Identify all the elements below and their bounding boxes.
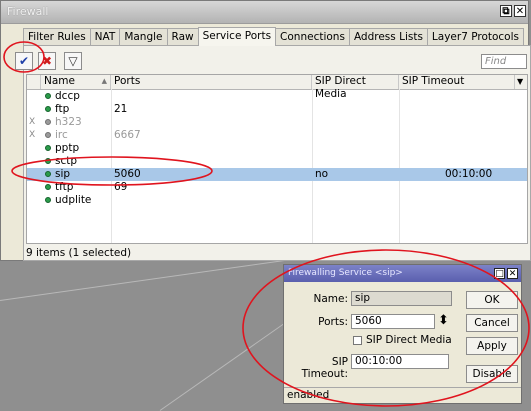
column-menu-icon[interactable]: ▼ (515, 75, 527, 89)
row-name: udplite (55, 194, 92, 206)
enabled-status-icon (45, 106, 51, 112)
dialog-title: Firewalling Service <sip> (288, 268, 403, 278)
desktop-line (0, 258, 298, 301)
dialog-titlebar[interactable]: Firewalling Service <sip> □ ✕ (284, 265, 521, 282)
disabled-flag: X (29, 117, 36, 127)
row-ports: 5060 (114, 168, 141, 180)
disable-button[interactable]: ✖ (38, 52, 56, 70)
desktop-line (159, 312, 300, 411)
window-title: Firewall (7, 5, 49, 18)
disable-button[interactable]: Disable (466, 365, 518, 383)
close-icon[interactable]: ✕ (514, 5, 526, 17)
cancel-button[interactable]: Cancel (466, 314, 518, 332)
service-ports-table: Name ▲ Ports SIP Direct Media SIP Timeou… (26, 74, 528, 244)
row-name: sctp (55, 155, 78, 167)
tab-service-ports[interactable]: Service Ports (197, 27, 277, 46)
tab-connections[interactable]: Connections (275, 28, 350, 46)
status-bar: 9 items (1 selected) (26, 247, 132, 259)
enabled-status-icon (45, 158, 51, 164)
row-ports: 6667 (114, 129, 141, 141)
table-row-selected[interactable]: sip 5060 no 00:10:00 (27, 168, 527, 181)
ports-label: Ports: (318, 316, 348, 328)
flag-column-header (27, 75, 41, 89)
close-icon[interactable]: ✕ (507, 268, 518, 279)
row-name: sip (55, 168, 71, 180)
firewall-window: Firewall ⧉ ✕ Filter Rules NAT Mangle Raw… (0, 0, 531, 261)
table-row[interactable]: udplite (27, 194, 527, 207)
enabled-status-icon (45, 171, 51, 177)
row-name: dccp (55, 90, 80, 102)
enabled-status-icon (45, 197, 51, 203)
row-name: h323 (55, 116, 82, 128)
table-row[interactable]: ftp 21 (27, 103, 527, 116)
enabled-status-icon (45, 184, 51, 190)
dialog-status-bar: enabled (284, 387, 521, 403)
find-input[interactable]: Find (481, 54, 527, 69)
ok-button[interactable]: OK (466, 291, 518, 309)
service-dialog: Firewalling Service <sip> □ ✕ Name: sip … (283, 264, 522, 404)
tab-bar: Filter Rules NAT Mangle Raw Service Port… (23, 27, 524, 46)
apply-button[interactable]: Apply (466, 337, 518, 355)
table-header: Name ▲ Ports SIP Direct Media SIP Timeou… (27, 75, 527, 100)
name-label: Name: (313, 293, 348, 305)
filter-button[interactable]: ▽ (64, 52, 82, 70)
table-row[interactable]: sctp (27, 155, 527, 168)
sip-direct-media-label: SIP Direct Media (366, 334, 452, 346)
restore-icon[interactable]: ⧉ (500, 5, 512, 17)
sort-asc-icon: ▲ (101, 77, 107, 85)
table-row[interactable]: X irc 6667 (27, 129, 527, 142)
column-header-name[interactable]: Name ▲ (41, 75, 111, 89)
table-row[interactable]: X h323 (27, 116, 527, 129)
tab-nat[interactable]: NAT (89, 28, 121, 46)
tab-raw[interactable]: Raw (166, 28, 199, 46)
enabled-status-icon (45, 93, 51, 99)
window-titlebar[interactable]: Firewall ⧉ ✕ (1, 1, 528, 24)
row-sip-direct-media: no (315, 168, 329, 180)
sip-direct-media-checkbox[interactable] (353, 336, 362, 345)
restore-icon[interactable]: □ (494, 268, 505, 279)
ports-spinner-icon[interactable]: ⬍ (438, 313, 449, 328)
column-header-sip-timeout[interactable]: SIP Timeout (399, 75, 515, 89)
service-ports-pane: ✔ ✖ ▽ Find Name ▲ Ports SIP Direct Media… (15, 45, 531, 261)
row-name: pptp (55, 142, 80, 154)
row-ports: 69 (114, 181, 128, 193)
column-header-ports[interactable]: Ports (111, 75, 312, 89)
ports-field[interactable]: 5060 (351, 314, 435, 329)
table-row[interactable]: tftp 69 (27, 181, 527, 194)
table-row[interactable]: pptp (27, 142, 527, 155)
tab-layer7-protocols[interactable]: Layer7 Protocols (426, 28, 524, 46)
name-field: sip (351, 291, 452, 306)
row-name: ftp (55, 103, 70, 115)
disabled-status-icon (45, 132, 51, 138)
tab-mangle[interactable]: Mangle (119, 28, 168, 46)
enabled-status-icon (45, 145, 51, 151)
enable-button[interactable]: ✔ (15, 52, 33, 70)
tab-filter-rules[interactable]: Filter Rules (23, 28, 91, 46)
disabled-status-icon (45, 119, 51, 125)
row-sip-timeout: 00:10:00 (445, 168, 493, 180)
sip-timeout-label: SIP Timeout: (301, 356, 348, 380)
sip-timeout-field[interactable]: 00:10:00 (351, 354, 449, 369)
row-name: tftp (55, 181, 74, 193)
disabled-flag: X (29, 130, 36, 140)
row-ports: 21 (114, 103, 128, 115)
table-row[interactable]: dccp (27, 90, 527, 103)
column-header-sip-direct-media[interactable]: SIP Direct Media (312, 75, 399, 100)
row-name: irc (55, 129, 68, 141)
tab-address-lists[interactable]: Address Lists (348, 28, 428, 46)
